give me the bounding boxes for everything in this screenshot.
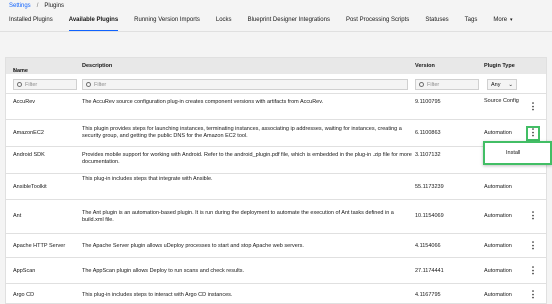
overflow-menu-icon[interactable]: ⋮ bbox=[526, 102, 540, 111]
plugin-description: The AccuRev source configuration plug-in… bbox=[82, 99, 324, 105]
description-filter-input[interactable]: Filter bbox=[82, 79, 408, 90]
tab-tags[interactable]: Tags bbox=[465, 17, 478, 30]
plugin-name: AppScan bbox=[13, 268, 36, 274]
plugin-name: Argo CD bbox=[13, 292, 35, 298]
plugin-version: 27.1174441 bbox=[415, 268, 444, 274]
header-version: Version bbox=[415, 63, 435, 69]
tab-running-version-imports[interactable]: Running Version Imports bbox=[134, 17, 200, 30]
filter-row: Filter Filter Filter Any ⌄ bbox=[6, 74, 546, 94]
tab-bar: Installed Plugins Available Plugins Runn… bbox=[9, 17, 552, 32]
chevron-down-icon: ⌄ bbox=[508, 81, 513, 88]
plugin-name: AmazonEC2 bbox=[13, 130, 44, 136]
plugin-name: Apache HTTP Server bbox=[13, 243, 66, 249]
version-filter-input[interactable]: Filter bbox=[415, 79, 479, 90]
plugin-type: Automation bbox=[484, 268, 512, 274]
tab-more[interactable]: More ▾ bbox=[493, 17, 512, 30]
header-description: Description bbox=[82, 63, 113, 69]
table-row[interactable]: AnsibleToolkit This plug-in includes ste… bbox=[6, 174, 546, 200]
table-row[interactable]: AppScan The AppScan plugin allows Deploy… bbox=[6, 258, 546, 284]
search-icon bbox=[86, 82, 91, 87]
table-row[interactable]: Android SDK Provides mobile support for … bbox=[6, 147, 546, 174]
tab-statuses[interactable]: Statuses bbox=[425, 17, 448, 30]
tabs-divider bbox=[0, 31, 552, 32]
plugin-version: 6.1100863 bbox=[415, 130, 441, 136]
tab-available-plugins[interactable]: Available Plugins bbox=[68, 17, 119, 32]
tab-installed-plugins[interactable]: Installed Plugins bbox=[9, 17, 53, 30]
tab-post-processing-scripts[interactable]: Post Processing Scripts bbox=[346, 17, 409, 30]
overflow-menu-icon[interactable]: ⋮ bbox=[526, 126, 540, 141]
breadcrumb-current: Plugins bbox=[44, 3, 65, 9]
chevron-down-icon: ▾ bbox=[510, 17, 513, 23]
plugin-type: Automation bbox=[484, 213, 512, 219]
plugin-name: Ant bbox=[13, 213, 22, 219]
plugin-description: This plugin provides steps for launching… bbox=[82, 126, 402, 139]
plugins-table: Name ↕ Description Version Plugin Type F… bbox=[5, 57, 547, 304]
table-header: Name ↕ Description Version Plugin Type bbox=[6, 58, 546, 74]
table-row[interactable]: Argo CD This plug-in includes steps to i… bbox=[6, 284, 546, 303]
plugin-version: 3.1107132 bbox=[415, 152, 441, 158]
breadcrumb-settings-link[interactable]: Settings bbox=[9, 3, 31, 9]
plugin-description: The Ant plugin is an automation-based pl… bbox=[82, 210, 394, 223]
plugin-type: Automation bbox=[484, 184, 512, 190]
table-row[interactable]: Apache HTTP Server The Apache Server plu… bbox=[6, 234, 546, 258]
install-menu-item[interactable]: Install bbox=[483, 141, 552, 165]
search-icon bbox=[419, 82, 424, 87]
plugin-version: 10.1154069 bbox=[415, 213, 444, 219]
table-row[interactable]: AccuRev The AccuRev source configuration… bbox=[6, 94, 546, 120]
plugin-description: The AppScan plugin allows Deploy to run … bbox=[82, 268, 245, 274]
plugin-description: This plug-in includes steps that integra… bbox=[82, 176, 213, 182]
plugin-type: Source Config bbox=[484, 98, 519, 104]
plugin-version: 4.1154066 bbox=[415, 243, 441, 249]
overflow-menu-icon[interactable]: ⋮ bbox=[526, 290, 540, 299]
plugin-description: Provides mobile support for working with… bbox=[82, 152, 412, 165]
table-row[interactable]: Ant The Ant plugin is an automation-base… bbox=[6, 200, 546, 234]
tab-blueprint-designer-integrations[interactable]: Blueprint Designer Integrations bbox=[248, 17, 330, 30]
plugin-version: 9.1100795 bbox=[415, 99, 441, 105]
search-icon bbox=[17, 82, 22, 87]
plugin-description: The Apache Server plugin allows uDeploy … bbox=[82, 243, 304, 249]
overflow-menu-icon[interactable]: ⋮ bbox=[526, 241, 540, 250]
plugin-version: 4.1167795 bbox=[415, 292, 441, 298]
breadcrumb: Settings / Plugins bbox=[9, 3, 64, 9]
name-filter-input[interactable]: Filter bbox=[13, 79, 77, 90]
plugin-type: Automation bbox=[484, 292, 512, 298]
table-row[interactable]: AmazonEC2 This plugin provides steps for… bbox=[6, 120, 546, 147]
breadcrumb-separator: / bbox=[36, 3, 39, 9]
plugin-type: Automation bbox=[484, 243, 512, 249]
header-plugin-type: Plugin Type bbox=[484, 63, 515, 69]
plugin-name: AnsibleToolkit bbox=[13, 184, 47, 190]
plugin-type: Automation bbox=[484, 130, 512, 136]
plugin-version: 55.1173239 bbox=[415, 184, 444, 190]
plugin-name: Android SDK bbox=[13, 152, 45, 158]
install-label: Install bbox=[506, 150, 521, 156]
overflow-menu-icon[interactable]: ⋮ bbox=[526, 211, 540, 220]
plugin-name: AccuRev bbox=[13, 99, 36, 105]
plugin-type-select[interactable]: Any ⌄ bbox=[487, 79, 517, 90]
tab-locks[interactable]: Locks bbox=[216, 17, 232, 30]
overflow-menu-icon[interactable]: ⋮ bbox=[526, 266, 540, 275]
plugin-description: This plug-in includes steps to interact … bbox=[82, 292, 233, 298]
